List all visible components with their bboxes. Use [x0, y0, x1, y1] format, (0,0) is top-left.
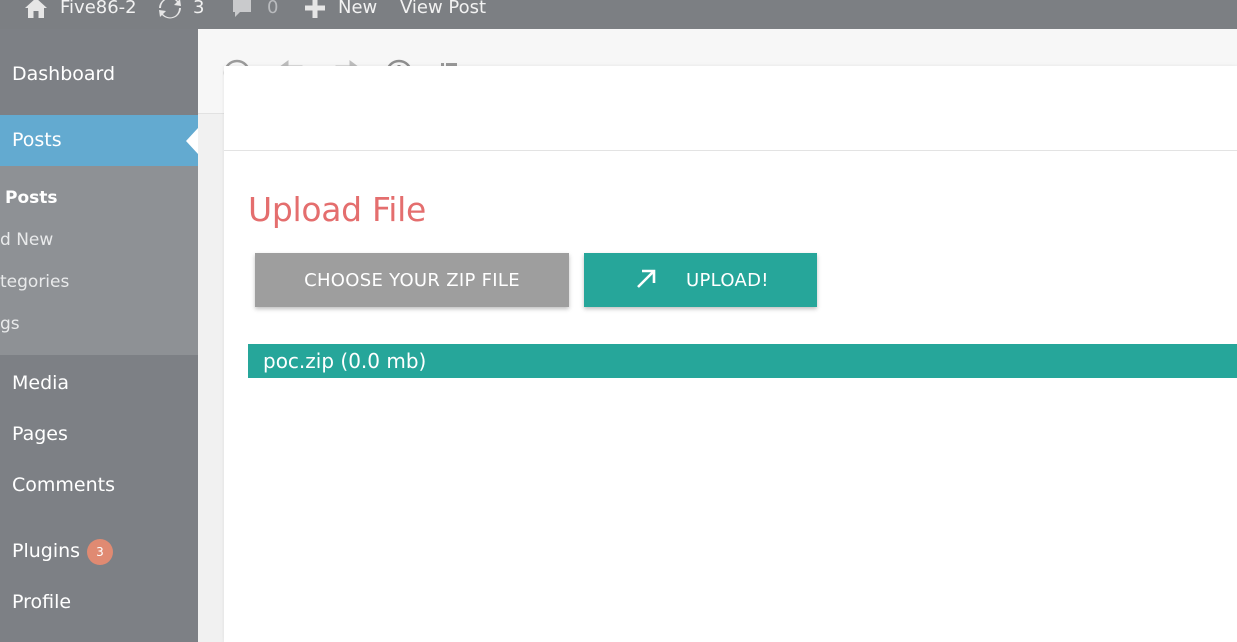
modal-header: [224, 66, 1237, 151]
sidebar-item-label: Pages: [12, 423, 68, 445]
comment-icon: [231, 0, 253, 19]
choose-zip-button[interactable]: CHOOSE YOUR ZIP FILE: [255, 253, 569, 307]
site-home-link[interactable]: Five86-2: [24, 0, 137, 21]
sidebar-item-comments[interactable]: Comments: [0, 465, 198, 507]
comments-link[interactable]: 0: [231, 0, 278, 21]
sidebar-item-label: Comments: [12, 474, 115, 496]
active-indicator: [186, 127, 198, 154]
submenu-tags[interactable]: gs: [0, 314, 20, 334]
file-name: poc.zip (0.0 mb): [263, 349, 427, 373]
updates-link[interactable]: 3: [157, 0, 204, 21]
upload-button[interactable]: UPLOAD!: [584, 253, 817, 307]
site-name: Five86-2: [60, 0, 137, 18]
submenu-categories[interactable]: tegories: [0, 272, 69, 292]
posts-submenu: Posts d New tegories gs: [0, 166, 198, 355]
new-content-link[interactable]: New: [304, 0, 377, 21]
updates-icon: [157, 0, 183, 19]
sidebar-item-label: Plugins: [12, 540, 81, 562]
sidebar-item-plugins[interactable]: Plugins 3: [0, 531, 198, 573]
sidebar-item-dashboard[interactable]: Dashboard: [0, 51, 198, 101]
choose-zip-label: CHOOSE YOUR ZIP FILE: [304, 269, 520, 291]
home-icon: [24, 0, 48, 19]
plugins-update-badge: 3: [87, 539, 113, 565]
comments-count: 0: [267, 0, 279, 18]
sidebar-item-posts[interactable]: Posts: [0, 115, 198, 166]
upload-title: Upload File: [248, 190, 427, 229]
view-post-link[interactable]: View Post: [400, 0, 486, 21]
new-label: New: [338, 0, 378, 18]
sidebar-item-label: Dashboard: [12, 63, 116, 85]
sidebar-item-profile[interactable]: Profile: [0, 582, 198, 624]
admin-bar: Five86-2 3 0 New View Post: [0, 0, 1237, 29]
arrow-up-right-icon: [634, 267, 658, 296]
plus-icon: [304, 0, 326, 19]
sidebar-item-label: Posts: [12, 129, 62, 151]
upload-modal: Upload File CHOOSE YOUR ZIP FILE UPLOAD!…: [224, 66, 1237, 642]
selected-file-entry: poc.zip (0.0 mb): [248, 344, 1237, 378]
sidebar-item-media[interactable]: Media: [0, 363, 198, 405]
updates-count: 3: [193, 0, 205, 18]
sidebar-item-label: Media: [12, 372, 70, 394]
submenu-add-new[interactable]: d New: [0, 230, 53, 250]
submenu-all-posts[interactable]: Posts: [5, 188, 58, 208]
sidebar-item-pages[interactable]: Pages: [0, 414, 198, 456]
sidebar-item-label: Profile: [12, 591, 72, 613]
view-post-label: View Post: [400, 0, 487, 18]
admin-sidebar: Dashboard Posts Posts d New tegories gs …: [0, 29, 198, 642]
upload-label: UPLOAD!: [686, 269, 769, 291]
